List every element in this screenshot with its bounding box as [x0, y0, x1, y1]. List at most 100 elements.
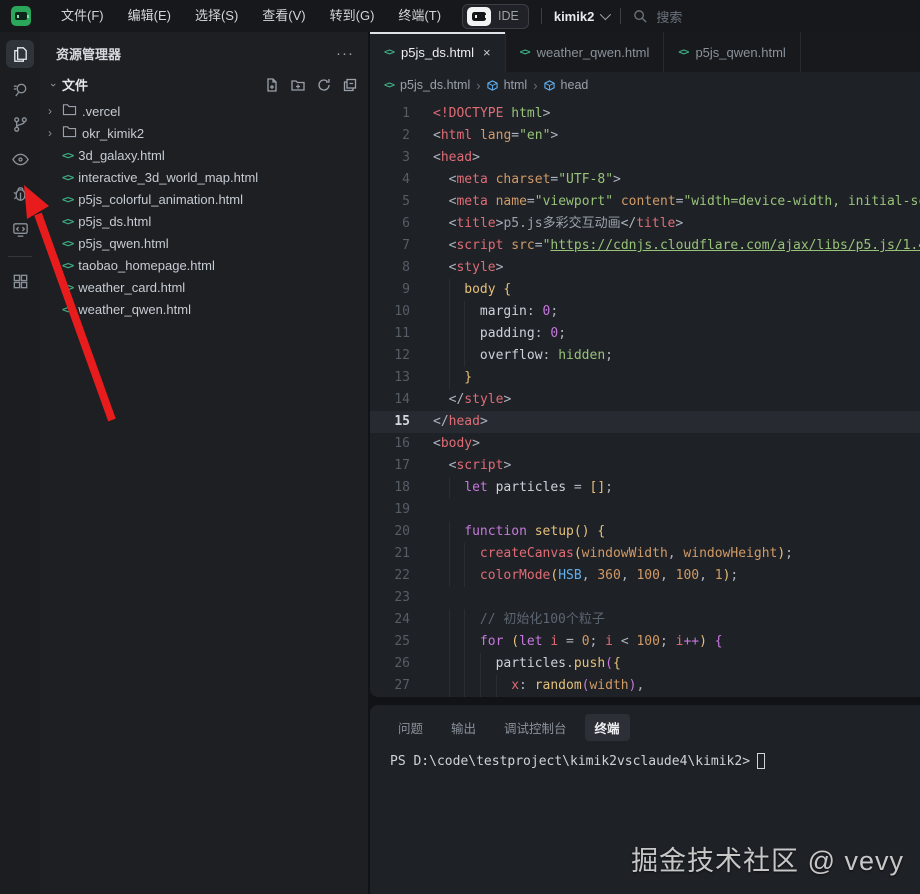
files-section-label: 文件 [62, 75, 264, 94]
menu-item[interactable]: 编辑(E) [116, 0, 183, 32]
collapse-all-icon[interactable] [342, 77, 358, 93]
terminal-tabbar: 问题输出调试控制台终端 [370, 705, 920, 745]
file-row[interactable]: <>p5js_ds.html [40, 210, 368, 232]
extensions-icon[interactable] [6, 267, 34, 295]
html-file-icon: <> [62, 281, 73, 294]
line-number: 18 [370, 477, 410, 499]
menu-item[interactable]: 终端(T) [386, 0, 453, 32]
divider [620, 8, 621, 24]
menu-item[interactable]: 转到(G) [318, 0, 387, 32]
code-line[interactable]: 14</style> [370, 389, 920, 411]
monitor-code-icon[interactable] [6, 215, 34, 243]
search-box[interactable]: 搜索 [633, 7, 682, 26]
code-line[interactable]: 15</head> [370, 411, 920, 433]
explorer-icon[interactable] [6, 40, 34, 68]
file-name: weather_qwen.html [78, 302, 191, 317]
menu-item[interactable]: 选择(S) [183, 0, 250, 32]
html-file-icon: <> [62, 193, 73, 206]
menu-bar: 文件(F)编辑(E)选择(S)查看(V)转到(G)终端(T)帮助(H) [49, 0, 521, 32]
terminal-content[interactable]: PS D:\code\testproject\kimik2vsclaude4\k… [370, 745, 920, 769]
ide-badge[interactable]: IDE [462, 4, 529, 29]
line-number: 24 [370, 609, 410, 631]
terminal-tab[interactable]: 终端 [585, 714, 630, 741]
file-row[interactable]: <> weather_card.html [40, 276, 368, 298]
code-line[interactable]: 12overflow: hidden; [370, 345, 920, 367]
menu-item[interactable]: 文件(F) [49, 0, 116, 32]
html-file-icon: <> [62, 303, 73, 316]
folder-row[interactable]: ›.vercel [40, 100, 368, 122]
code-line[interactable]: 19 [370, 499, 920, 521]
project-selector[interactable]: kimik2 [554, 9, 608, 24]
file-row[interactable]: <>taobao_homepage.html [40, 254, 368, 276]
code-line[interactable]: 3<head> [370, 147, 920, 169]
files-section-header[interactable]: › 文件 [40, 71, 368, 98]
terminal-tab[interactable]: 调试控制台 [494, 714, 577, 741]
terminal-tab[interactable]: 问题 [388, 714, 433, 741]
code-line[interactable]: 24// 初始化100个粒子 [370, 609, 920, 631]
editor-tab[interactable]: <>weather_qwen.html [506, 32, 665, 72]
source-control-icon[interactable] [6, 110, 34, 138]
terminal-tab[interactable]: 输出 [441, 714, 486, 741]
line-number: 27 [370, 675, 410, 697]
code-line[interactable]: 1<!DOCTYPE html> [370, 103, 920, 125]
explorer-title: 资源管理器 [56, 44, 121, 63]
editor-tab[interactable]: <>p5js_qwen.html [664, 32, 800, 72]
breadcrumb-file[interactable]: p5js_ds.html [400, 78, 470, 92]
code-line[interactable]: 7<script src="https://cdnjs.cloudflare.c… [370, 235, 920, 257]
app-logo-icon[interactable] [11, 6, 31, 26]
code-line[interactable]: 16<body> [370, 433, 920, 455]
file-name: weather_card.html [78, 280, 185, 295]
menu-item[interactable]: 查看(V) [250, 0, 317, 32]
chevron-collapsed-icon: › [48, 126, 60, 140]
code-line[interactable]: 20function setup() { [370, 521, 920, 543]
code-line[interactable]: 5<meta name="viewport" content="width=de… [370, 191, 920, 213]
html-file-icon: <> [62, 149, 73, 162]
folder-row[interactable]: ›okr_kimik2 [40, 122, 368, 144]
symbol-cube-icon [544, 80, 555, 91]
line-number: 8 [370, 257, 410, 279]
bug-icon[interactable] [6, 180, 34, 208]
code-line[interactable]: 2<html lang="en"> [370, 125, 920, 147]
new-folder-icon[interactable] [290, 77, 306, 93]
code-line[interactable]: 9body { [370, 279, 920, 301]
file-row[interactable]: <> 3d_galaxy.html [40, 144, 368, 166]
line-number: 26 [370, 653, 410, 675]
close-icon[interactable]: × [483, 45, 491, 60]
robot-icon [467, 7, 491, 26]
breadcrumb-html[interactable]: html [504, 78, 528, 92]
code-editor[interactable]: 1<!DOCTYPE html>2<html lang="en">3<head>… [370, 98, 920, 697]
refresh-icon[interactable] [316, 77, 332, 93]
code-line[interactable]: 23 [370, 587, 920, 609]
code-line[interactable]: 8<style> [370, 257, 920, 279]
breadcrumb[interactable]: <> p5js_ds.html › html › head [370, 72, 920, 98]
code-line[interactable]: 22colorMode(HSB, 360, 100, 100, 1); [370, 565, 920, 587]
code-line[interactable]: 4<meta charset="UTF-8"> [370, 169, 920, 191]
file-row[interactable]: <>interactive_3d_world_map.html [40, 166, 368, 188]
terminal-cursor [757, 753, 765, 769]
more-actions-icon[interactable]: ··· [336, 50, 354, 58]
code-line[interactable]: 26particles.push({ [370, 653, 920, 675]
code-line[interactable]: 17<script> [370, 455, 920, 477]
code-line[interactable]: 18let particles = []; [370, 477, 920, 499]
editor-tab[interactable]: <>p5js_ds.html× [370, 32, 506, 72]
code-line[interactable]: 21createCanvas(windowWidth, windowHeight… [370, 543, 920, 565]
line-number: 15 [370, 411, 410, 433]
file-row[interactable]: <>p5js_colorful_animation.html [40, 188, 368, 210]
line-number: 12 [370, 345, 410, 367]
code-line[interactable]: 25for (let i = 0; i < 100; i++) { [370, 631, 920, 653]
line-number: 21 [370, 543, 410, 565]
editor-tabbar: <>p5js_ds.html×<>weather_qwen.html<>p5js… [370, 32, 920, 72]
new-file-icon[interactable] [264, 77, 280, 93]
eye-icon[interactable] [6, 145, 34, 173]
code-line[interactable]: 27x: random(width), [370, 675, 920, 697]
code-line[interactable]: 13} [370, 367, 920, 389]
html-file-icon: <> [62, 237, 73, 250]
code-line[interactable]: 11padding: 0; [370, 323, 920, 345]
file-row[interactable]: <> weather_qwen.html [40, 298, 368, 320]
code-line[interactable]: 10margin: 0; [370, 301, 920, 323]
code-line[interactable]: 6<title>p5.js多彩交互动画</title> [370, 213, 920, 235]
breadcrumb-head[interactable]: head [561, 78, 589, 92]
file-name: 3d_galaxy.html [78, 148, 164, 163]
search-sidebar-icon[interactable] [6, 75, 34, 103]
file-row[interactable]: <>p5js_qwen.html [40, 232, 368, 254]
